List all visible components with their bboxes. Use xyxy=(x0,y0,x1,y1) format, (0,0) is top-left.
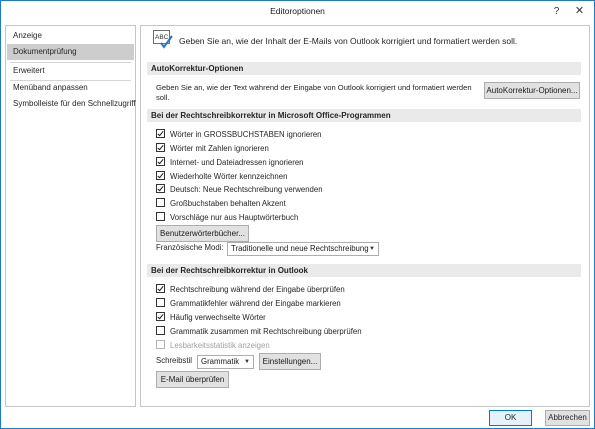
checkbox-flag-repeated-words[interactable]: Wiederholte Wörter kennzeichnen xyxy=(156,171,287,183)
checkbox-icon[interactable] xyxy=(156,198,165,207)
checkbox-label: Grammatikfehler während der Eingabe mark… xyxy=(170,299,341,308)
help-icon[interactable]: ? xyxy=(548,3,565,20)
main-panel: ABC Geben Sie an, wie der Inhalt der E-M… xyxy=(140,25,590,407)
checkbox-ignore-numbers[interactable]: Wörter mit Zahlen ignorieren xyxy=(156,143,269,155)
checkbox-check-grammar-with-spelling[interactable]: Grammatik zusammen mit Rechtschreibung ü… xyxy=(156,326,362,338)
checkbox-new-spelling-rules[interactable]: Deutsch: Neue Rechtschreibung verwenden xyxy=(156,184,323,196)
checkbox-label: Rechtschreibung während der Eingabe über… xyxy=(170,285,345,294)
checkbox-ignore-uppercase[interactable]: Wörter in GROSSBUCHSTABEN ignorieren xyxy=(156,129,322,141)
checkbox-mark-grammar-errors[interactable]: Grammatikfehler während der Eingabe mark… xyxy=(156,298,341,310)
checkbox-ignore-internet-addresses[interactable]: Internet- und Dateiadressen ignorieren xyxy=(156,157,304,169)
section-outlook-spelling: Bei der Rechtschreibkorrektur in Outlook xyxy=(147,264,581,277)
autokorrektur-options-button[interactable]: AutoKorrektur-Optionen... xyxy=(484,82,580,99)
checkbox-label: Großbuchstaben behalten Akzent xyxy=(170,199,286,208)
checkbox-label: Deutsch: Neue Rechtschreibung verwenden xyxy=(170,185,323,194)
chevron-down-icon: ▼ xyxy=(244,359,250,365)
french-modes-value: Traditionelle und neue Rechtschreibung xyxy=(231,244,369,253)
category-nav: Anzeige Dokumentprüfung Erweitert Menüba… xyxy=(5,25,136,407)
checkbox-label: Vorschläge nur aus Hauptwörterbuch xyxy=(170,213,299,222)
checkbox-icon[interactable] xyxy=(156,143,165,152)
checkbox-readability-statistics: Lesbarkeitsstatistik anzeigen xyxy=(156,340,270,352)
writing-style-label: Schreibstil xyxy=(156,356,192,365)
checkbox-label: Wiederholte Wörter kennzeichnen xyxy=(170,172,288,181)
settings-button[interactable]: Einstellungen... xyxy=(259,353,321,370)
section-office-spelling: Bei der Rechtschreibkorrektur in Microso… xyxy=(147,109,581,122)
checkbox-label: Wörter mit Zahlen ignorieren xyxy=(170,144,269,153)
section-autokorrektur: AutoKorrektur-Optionen xyxy=(147,62,581,75)
nav-item-erweitert[interactable]: Erweitert xyxy=(7,63,134,79)
checkbox-icon[interactable] xyxy=(156,312,165,321)
checkbox-icon[interactable] xyxy=(156,184,165,193)
checkbox-icon xyxy=(156,340,165,349)
header-description: Geben Sie an, wie der Inhalt der E-Mails… xyxy=(179,36,518,46)
autokorrektur-description: Geben Sie an, wie der Text während der E… xyxy=(156,83,472,102)
checkbox-frequently-confused-words[interactable]: Häufig verwechselte Wörter xyxy=(156,312,266,324)
checkbox-icon[interactable] xyxy=(156,212,165,221)
checkbox-icon[interactable] xyxy=(156,326,165,335)
checkbox-label: Wörter in GROSSBUCHSTABEN ignorieren xyxy=(170,130,322,139)
svg-text:ABC: ABC xyxy=(155,34,169,41)
chevron-down-icon: ▼ xyxy=(369,246,375,252)
nav-item-symbolleiste-schnellzugriff[interactable]: Symbolleiste für den Schnellzugriff xyxy=(7,96,136,112)
nav-item-menueband-anpassen[interactable]: Menüband anpassen xyxy=(7,80,134,96)
writing-style-value: Grammatik xyxy=(201,357,240,366)
nav-item-anzeige[interactable]: Anzeige xyxy=(7,28,134,44)
ok-button[interactable]: OK xyxy=(489,410,532,426)
checkbox-icon[interactable] xyxy=(156,157,165,166)
nav-item-dokumentpruefung[interactable]: Dokumentprüfung xyxy=(7,44,134,60)
checkbox-label: Lesbarkeitsstatistik anzeigen xyxy=(170,341,270,350)
checkbox-label: Grammatik zusammen mit Rechtschreibung ü… xyxy=(170,327,362,336)
checkbox-icon[interactable] xyxy=(156,129,165,138)
french-modes-label: Französische Modi: xyxy=(156,243,224,252)
editor-options-dialog: Editoroptionen ? ✕ Anzeige Dokumentprüfu… xyxy=(0,0,595,429)
checkbox-icon[interactable] xyxy=(156,171,165,180)
french-modes-select[interactable]: Traditionelle und neue Rechtschreibung ▼ xyxy=(227,242,379,256)
checkbox-main-dictionary-only[interactable]: Vorschläge nur aus Hauptwörterbuch xyxy=(156,212,298,224)
checkbox-check-spelling-as-you-type[interactable]: Rechtschreibung während der Eingabe über… xyxy=(156,284,345,296)
abc-check-icon: ABC xyxy=(153,30,174,49)
checkbox-label: Internet- und Dateiadressen ignorieren xyxy=(170,158,304,167)
checkbox-uppercase-accent[interactable]: Großbuchstaben behalten Akzent xyxy=(156,198,286,210)
checkbox-icon[interactable] xyxy=(156,298,165,307)
title-bar[interactable]: Editoroptionen ? ✕ xyxy=(1,1,594,22)
cancel-button[interactable]: Abbrechen xyxy=(545,410,590,426)
close-icon[interactable]: ✕ xyxy=(571,3,588,20)
checkbox-icon[interactable] xyxy=(156,284,165,293)
writing-style-select[interactable]: Grammatik ▼ xyxy=(197,355,254,369)
window-title: Editoroptionen xyxy=(270,6,325,16)
custom-dictionaries-button[interactable]: Benutzerwörterbücher... xyxy=(156,225,249,242)
check-email-button[interactable]: E-Mail überprüfen xyxy=(156,371,229,388)
checkbox-label: Häufig verwechselte Wörter xyxy=(170,313,266,322)
